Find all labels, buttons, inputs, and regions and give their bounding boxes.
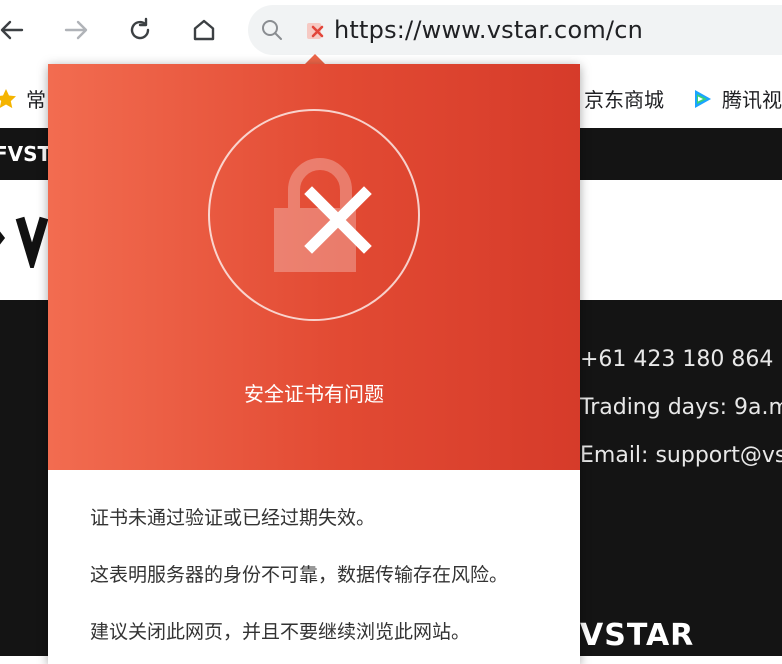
security-warning-popup: 安全证书有问题 证书未通过验证或已经过期失效。 这表明服务器的身份不可靠，数据传… xyxy=(48,64,580,664)
reload-icon xyxy=(130,17,150,40)
browser-toolbar: https://www.vstar.com/cn xyxy=(0,0,782,64)
whatsapp-label: WhatsApp (For xyxy=(580,272,782,300)
back-button[interactable] xyxy=(0,10,32,50)
support-email[interactable]: Email: support@vst xyxy=(580,443,782,468)
reload-button[interactable] xyxy=(120,10,160,50)
bookmark-jd[interactable]: 京东商城 xyxy=(584,84,664,113)
star-icon xyxy=(0,88,16,108)
certificate-error-icon[interactable] xyxy=(304,19,328,43)
bookmark-label: 京东商城 xyxy=(584,88,664,112)
home-button[interactable] xyxy=(184,10,224,50)
bookmark-label: 腾讯视 xyxy=(722,88,782,112)
popup-title: 安全证书有问题 xyxy=(244,382,384,406)
bookmark-label: 常 xyxy=(26,88,46,112)
phone-number[interactable]: +61 423 180 864 xyxy=(580,347,773,372)
topbar-text: FVST xyxy=(0,142,52,166)
tencent-video-icon xyxy=(695,89,711,108)
popup-body: 证书未通过验证或已经过期失效。 这表明服务器的身份不可靠，数据传输存在风险。 建… xyxy=(48,470,580,664)
address-bar[interactable]: https://www.vstar.com/cn xyxy=(248,5,782,55)
bookmark-tencent-video[interactable]: 腾讯视 xyxy=(690,84,782,113)
popup-header: 安全证书有问题 xyxy=(48,64,580,470)
home-icon xyxy=(193,19,215,41)
url-text: https://www.vstar.com/cn xyxy=(334,16,644,44)
bookmark-common[interactable]: 常 xyxy=(0,84,46,113)
trading-days: Trading days: 9a.m xyxy=(580,395,782,420)
search-icon xyxy=(262,20,282,40)
warning-message: 证书未通过验证或已经过期失效。 xyxy=(90,507,376,529)
arrow-left-icon xyxy=(0,20,24,40)
warning-message: 这表明服务器的身份不可靠，数据传输存在风险。 xyxy=(90,564,509,586)
warning-message: 建议关闭此网页，并且不要继续浏览此网站。 xyxy=(90,621,471,643)
broken-lock-icon xyxy=(274,158,372,272)
arrow-right-icon xyxy=(64,20,88,40)
forward-button[interactable] xyxy=(56,10,96,50)
footer-logo[interactable]: VSTAR xyxy=(580,618,694,653)
